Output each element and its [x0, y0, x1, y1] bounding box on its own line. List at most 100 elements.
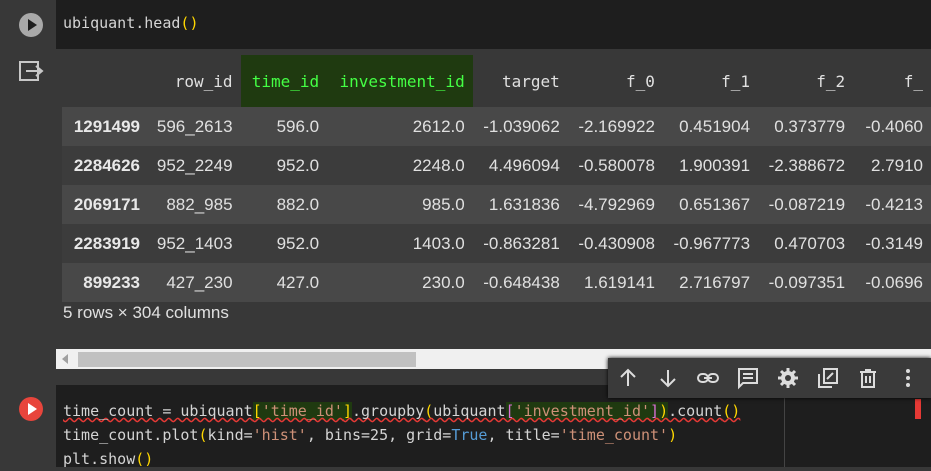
- table-row: 2069171 882_985 882.0 985.0 1.631836 -4.…: [62, 185, 931, 224]
- mirror-cell-icon[interactable]: [816, 366, 840, 390]
- code-token: .count: [668, 402, 723, 420]
- code-cell-head: ubiquant.head(): [0, 0, 931, 49]
- scrollbar-thumb[interactable]: [78, 352, 416, 367]
- table-cell: 0.470703: [758, 224, 854, 263]
- code-token: , title=: [487, 426, 560, 444]
- run-cell-button[interactable]: [19, 13, 43, 37]
- table-cell: 882_985: [148, 185, 241, 224]
- row-index: 2283919: [62, 224, 149, 263]
- dataframe-table: row_id time_id investment_id target f_0 …: [62, 55, 931, 302]
- table-cell: 427.0: [240, 263, 328, 302]
- code-block[interactable]: time_count = ubiquant['time_id'].groupby…: [63, 399, 740, 471]
- code-token: [: [505, 402, 515, 420]
- play-icon: [28, 403, 37, 415]
- table-header-row: row_id time_id investment_id target f_0 …: [62, 55, 931, 107]
- code-token: ): [189, 14, 199, 32]
- table-cell: 2.716797: [662, 263, 759, 302]
- table-cell: 952.0: [240, 146, 328, 185]
- table-cell: 2.7910: [853, 146, 931, 185]
- scroll-left-icon[interactable]: [62, 354, 68, 364]
- table-cell: 230.0: [327, 263, 473, 302]
- code-token: kind=: [207, 426, 253, 444]
- table-cell: -4.792969: [567, 185, 663, 224]
- cell-output: row_id time_id investment_id target f_0 …: [0, 49, 931, 385]
- gear-icon[interactable]: [776, 366, 800, 390]
- code-token: 'time_id': [261, 402, 343, 420]
- comment-icon[interactable]: [736, 366, 760, 390]
- column-header: f_: [853, 55, 931, 107]
- link-icon[interactable]: [696, 366, 720, 390]
- code-line: time_count = ubiquant['time_id'].groupby…: [63, 399, 740, 423]
- code-line[interactable]: ubiquant.head(): [63, 14, 198, 32]
- code-token: ): [668, 426, 678, 444]
- code-line: plt.show(): [63, 447, 740, 471]
- table-cell: -0.4060: [853, 107, 931, 146]
- column-header: f_1: [662, 55, 759, 107]
- cell-toolbar: [608, 358, 931, 398]
- table-cell: 0.373779: [758, 107, 854, 146]
- code-token: ubiquant: [433, 402, 506, 420]
- table-cell: 952_1403: [148, 224, 241, 263]
- table-cell: -0.580078: [567, 146, 663, 185]
- trash-icon[interactable]: [856, 366, 880, 390]
- code-token: ubiquant: [63, 14, 136, 32]
- row-index: 2284626: [62, 146, 149, 185]
- table-cell: -0.430908: [567, 224, 663, 263]
- table-cell: -0.4213: [853, 185, 931, 224]
- table-cell: -0.863281: [472, 224, 568, 263]
- table-cell: -0.0696: [853, 263, 931, 302]
- error-marker: [915, 399, 921, 419]
- more-vert-icon[interactable]: [896, 366, 920, 390]
- column-header: target: [472, 55, 568, 107]
- code-line: time_count.plot(kind='hist', bins=25, gr…: [63, 423, 740, 447]
- table-cell: 1.619141: [567, 263, 663, 302]
- table-cell: 1.631836: [472, 185, 568, 224]
- code-token: .: [135, 14, 145, 32]
- code-token: (): [135, 450, 154, 468]
- code-token: (: [198, 426, 208, 444]
- code-token: True: [451, 426, 488, 444]
- output-icon[interactable]: [18, 59, 44, 85]
- row-index: 899233: [62, 263, 149, 302]
- table-cell: 2248.0: [327, 146, 473, 185]
- table-cell: 4.496094: [472, 146, 568, 185]
- table-row: 1291499 596_2613 596.0 2612.0 -1.039062 …: [62, 107, 931, 146]
- code-token: 'investment_id': [514, 402, 651, 420]
- table-cell: 985.0: [327, 185, 473, 224]
- table-cell: 952_2249: [148, 146, 241, 185]
- table-cell: 1403.0: [327, 224, 473, 263]
- table-cell: -2.169922: [567, 107, 663, 146]
- column-header: f_2: [758, 55, 854, 107]
- table-row: 2284626 952_2249 952.0 2248.0 4.496094 -…: [62, 146, 931, 185]
- table-cell: 596.0: [240, 107, 328, 146]
- table-cell: 596_2613: [148, 107, 241, 146]
- table-cell: 0.651367: [662, 185, 759, 224]
- table-cell: -2.388672: [758, 146, 854, 185]
- table-cell: -0.087219: [758, 185, 854, 224]
- play-icon: [28, 19, 37, 31]
- column-header: f_0: [567, 55, 663, 107]
- code-token: ]: [650, 402, 660, 420]
- code-token: , bins=25, grid=: [306, 426, 452, 444]
- code-token: time_count.plot: [63, 426, 199, 444]
- run-cell-button[interactable]: [19, 397, 43, 421]
- table-cell: 882.0: [240, 185, 328, 224]
- row-index: 2069171: [62, 185, 149, 224]
- code-token: ): [659, 402, 669, 420]
- table-cell: -0.967773: [662, 224, 759, 263]
- index-header: [62, 55, 149, 107]
- arrow-up-icon[interactable]: [616, 366, 640, 390]
- arrow-down-icon[interactable]: [656, 366, 680, 390]
- code-token: time_count = ubiquant: [63, 402, 253, 420]
- code-token: ]: [342, 402, 352, 420]
- column-header: time_id: [240, 55, 328, 107]
- code-token: plt.show: [63, 450, 136, 468]
- table-cell: -1.039062: [472, 107, 568, 146]
- table-cell: 2612.0: [327, 107, 473, 146]
- table-cell: -0.648438: [472, 263, 568, 302]
- code-token: 'hist': [252, 426, 307, 444]
- code-token: [: [252, 402, 262, 420]
- row-index: 1291499: [62, 107, 149, 146]
- table-cell: 427_230: [148, 263, 241, 302]
- table-row: 899233 427_230 427.0 230.0 -0.648438 1.6…: [62, 263, 931, 302]
